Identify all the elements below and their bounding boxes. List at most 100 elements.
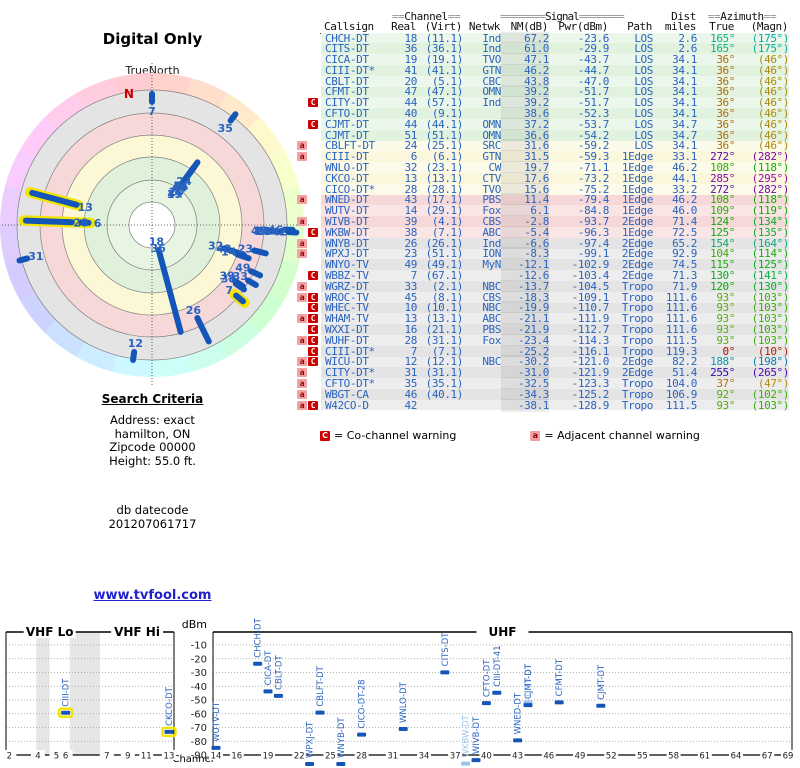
station-label-CFTO-DT: CFTO-DT bbox=[482, 659, 492, 697]
adjacent-warning-icon: a bbox=[297, 281, 307, 291]
x-tick-16: 16 bbox=[231, 752, 242, 762]
co-channel-warning-icon bbox=[308, 163, 318, 172]
y-tick--10: -10 bbox=[191, 641, 207, 652]
adjacent-warning-icon bbox=[297, 87, 307, 96]
x-tick-69: 69 bbox=[783, 752, 794, 762]
x-tick-64: 64 bbox=[731, 752, 742, 762]
x-tick-7: 7 bbox=[104, 752, 109, 762]
co-channel-warning-icon bbox=[308, 379, 318, 388]
adjacent-warning-icon bbox=[297, 325, 307, 334]
city-line: hamilton, ON bbox=[114, 426, 191, 441]
co-channel-warning-icon bbox=[308, 109, 318, 118]
station-label-CJMT-DT: CJMT-DT bbox=[597, 664, 607, 700]
co-channel-warning-icon bbox=[308, 87, 318, 96]
adjacent-warning-icon bbox=[297, 55, 307, 64]
cell-azimuth-magn: (103°) bbox=[751, 398, 790, 412]
db-datecode-label: db datecode bbox=[116, 503, 189, 517]
radar-label-ch35: 35 bbox=[218, 122, 233, 135]
radar-label-ch7: 7 bbox=[148, 105, 156, 118]
station-bar-CFMT-DT bbox=[554, 700, 564, 705]
adjacent-warning-icon: a bbox=[297, 141, 307, 151]
radar-bar-ch49 bbox=[248, 268, 264, 279]
radar-bar-ch33 bbox=[245, 277, 259, 288]
spectrum-gray-band bbox=[36, 632, 50, 755]
adjacent-warning-icon bbox=[297, 271, 307, 280]
x-axis-title: Channel bbox=[172, 754, 213, 765]
adjacent-warning-icon: a bbox=[297, 389, 307, 399]
x-tick-46: 46 bbox=[543, 752, 554, 762]
adjacent-warning-icon: a bbox=[297, 357, 307, 367]
x-tick-22: 22 bbox=[294, 752, 305, 762]
station-bar-CHCH-DT bbox=[253, 661, 263, 666]
y-tick--80: -80 bbox=[191, 737, 207, 748]
compass-n-label: N bbox=[124, 87, 134, 101]
adjacent-channel-icon: a bbox=[530, 430, 541, 441]
adjacent-warning-icon: a bbox=[297, 368, 307, 378]
radar-label-ch28: 28 bbox=[73, 217, 88, 230]
co-channel-warning-icon: C bbox=[308, 271, 318, 281]
co-channel-warning-icon bbox=[308, 141, 318, 150]
co-channel-warning-icon bbox=[308, 44, 318, 53]
co-channel-warning-icon: C bbox=[308, 227, 318, 237]
radar-bar-ch28 bbox=[22, 217, 75, 226]
station-bar-WKBW-DT bbox=[461, 761, 471, 766]
station-label-CBLT-DT: CBLT-DT bbox=[274, 655, 284, 690]
y-tick--20: -20 bbox=[191, 654, 207, 665]
station-bar-CIII-DT-41 bbox=[492, 690, 502, 695]
y-tick--30: -30 bbox=[191, 668, 207, 679]
station-bar-CFTO-DT bbox=[481, 701, 491, 706]
co-channel-warning-icon bbox=[308, 77, 318, 86]
height-line: Height: 55.0 ft. bbox=[109, 453, 196, 468]
signal-table: ==Channel== ========Signal======== Dist ==A… bbox=[297, 10, 790, 412]
radar-label-ch6: 6 bbox=[94, 217, 102, 230]
station-bar-WPXJ-DT bbox=[305, 762, 315, 766]
co-channel-warning-icon bbox=[308, 282, 318, 291]
station-bar-CIII-DT bbox=[61, 710, 71, 715]
x-tick-6: 6 bbox=[63, 752, 68, 762]
cell-path: Tropo bbox=[621, 398, 654, 412]
adjacent-warning-icon bbox=[297, 174, 307, 183]
adjacent-warning-icon bbox=[297, 44, 307, 53]
x-tick-9: 9 bbox=[125, 752, 130, 762]
address-line: Address: exact bbox=[110, 413, 195, 427]
station-label-CKCO-DT: CKCO-DT bbox=[165, 686, 175, 726]
station-label-CIII-DT-41: CIII-DT-41 bbox=[493, 645, 503, 686]
station-bar-WNLO-DT bbox=[398, 727, 408, 732]
band-label-UHF: UHF bbox=[489, 625, 517, 639]
y-tick--70: -70 bbox=[191, 723, 207, 734]
station-label-WPXJ-DT: WPXJ-DT bbox=[306, 721, 316, 758]
zipcode-line: Zipcode 00000 bbox=[109, 440, 196, 454]
co-channel-warning-icon bbox=[308, 33, 318, 42]
x-tick-43: 43 bbox=[512, 752, 523, 762]
adjacent-warning-icon: a bbox=[297, 400, 307, 410]
station-bar-CJMT-DT bbox=[523, 703, 533, 708]
radar-plot-title: Digital Only bbox=[102, 30, 203, 48]
adjacent-warning-icon: a bbox=[297, 217, 307, 227]
station-label-WNYB-DT: WNYB-DT bbox=[337, 717, 347, 758]
co-channel-warning-icon bbox=[308, 206, 318, 215]
co-channel-warning-icon bbox=[308, 55, 318, 64]
station-bar-CICA-DT bbox=[263, 689, 273, 694]
radar-label-ch14: 14 bbox=[221, 245, 237, 258]
x-tick-2: 2 bbox=[7, 752, 12, 762]
station-bar-WNED-DT bbox=[513, 738, 523, 743]
search-criteria: Search Criteria Address: exact hamilton,… bbox=[0, 392, 305, 531]
co-channel-warning-icon: C bbox=[308, 335, 318, 345]
co-channel-warning-icon bbox=[308, 174, 318, 183]
x-tick-19: 19 bbox=[263, 752, 274, 762]
adjacent-warning-icon bbox=[297, 120, 307, 129]
adjacent-warning-icon: a bbox=[297, 195, 307, 205]
station-label-WNLO-DT: WNLO-DT bbox=[399, 681, 409, 723]
station-label-WUTV-DT: WUTV-DT bbox=[212, 701, 222, 742]
y-tick--60: -60 bbox=[191, 709, 207, 720]
station-label-CIII-DT: CIII-DT bbox=[62, 678, 72, 707]
radar-label-ch24: 24 bbox=[176, 175, 192, 188]
adjacent-warning-icon bbox=[297, 98, 307, 107]
adjacent-warning-icon: a bbox=[297, 152, 307, 162]
co-channel-warning-icon: C bbox=[308, 303, 318, 313]
x-tick-49: 49 bbox=[575, 752, 586, 762]
station-label-CHCH-DT: CHCH-DT bbox=[254, 617, 264, 657]
cell-azimuth-true: 93° bbox=[716, 398, 735, 412]
co-channel-warning-icon: C bbox=[308, 314, 318, 324]
station-bar-CITS-DT bbox=[440, 670, 450, 675]
